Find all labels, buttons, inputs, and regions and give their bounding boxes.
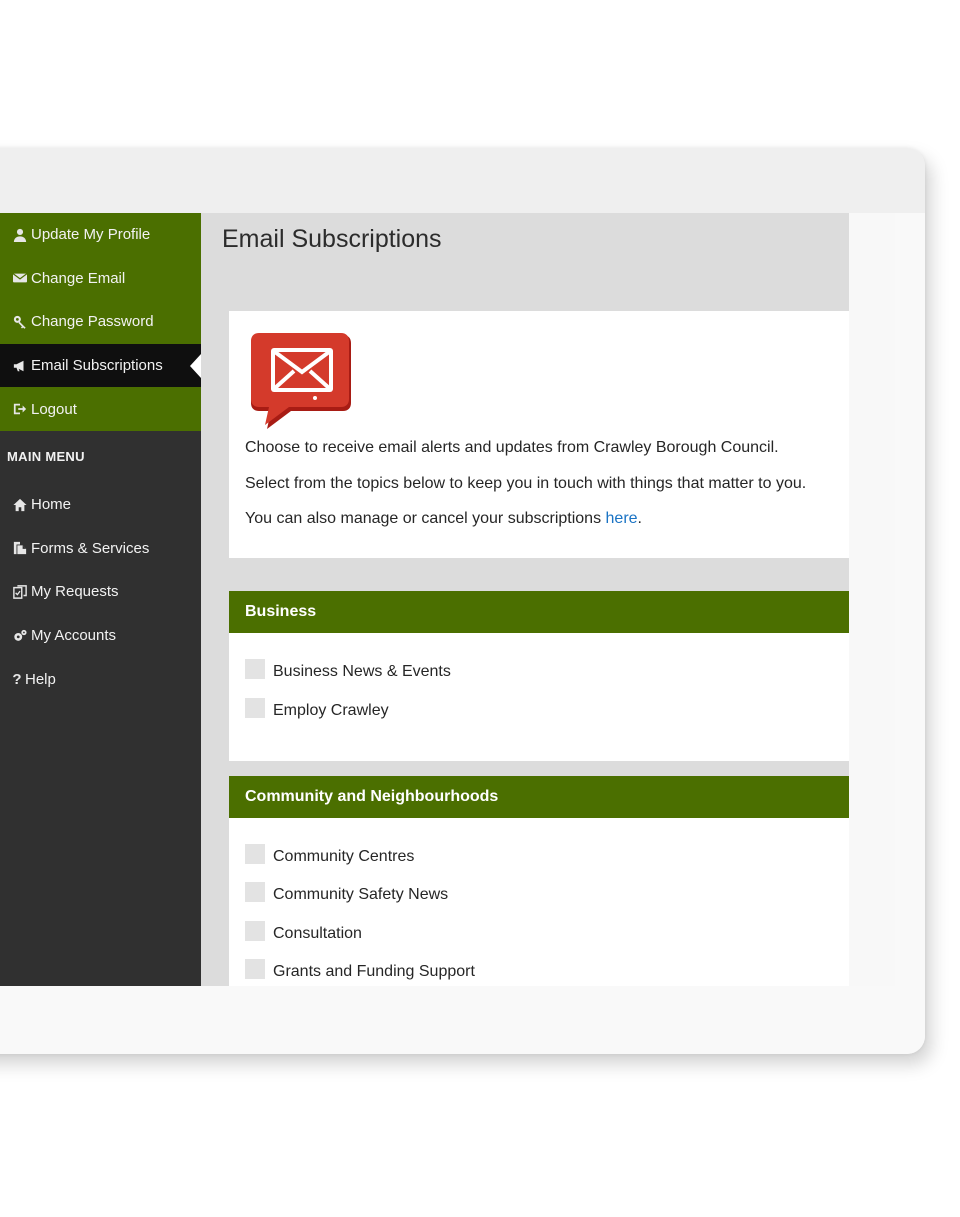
checkbox[interactable] — [245, 921, 265, 941]
checkbox[interactable] — [245, 698, 265, 718]
window-header-bar — [0, 148, 925, 213]
section-community-neighbourhoods: Community and Neighbourhoods Community C… — [229, 776, 849, 986]
gears-icon — [11, 629, 29, 643]
intro-panel: Choose to receive email alerts and updat… — [229, 311, 849, 558]
intro-line-3-text: You can also manage or cancel your subsc… — [245, 510, 606, 527]
sidebar-item-label: My Accounts — [31, 627, 117, 645]
clipboard-icon — [11, 585, 29, 599]
sidebar-item-label: Home — [31, 496, 72, 514]
sidebar-item-label: Change Password — [31, 313, 154, 331]
sidebar-item-label: Logout — [31, 400, 77, 418]
right-margin — [849, 213, 895, 986]
sidebar-item-my-requests[interactable]: My Requests — [0, 570, 201, 614]
sidebar-item-my-accounts[interactable]: My Accounts — [0, 614, 201, 658]
section-business: Business Business News & Events Employ C… — [229, 591, 849, 761]
email-speech-bubble-logo — [251, 333, 351, 429]
option-label: Employ Crawley — [273, 702, 389, 719]
option-community-safety-news[interactable]: Community Safety News — [245, 882, 449, 904]
sidebar-item-label: Update My Profile — [31, 226, 151, 244]
main-content: Email Subscriptions Choose to receive em… — [201, 213, 849, 986]
checkbox[interactable] — [245, 659, 265, 679]
window-footer — [0, 986, 925, 1054]
intro-line-3: You can also manage or cancel your subsc… — [245, 510, 642, 528]
documents-icon — [11, 541, 29, 555]
intro-line-1: Choose to receive email alerts and updat… — [245, 439, 779, 456]
intro-line-3-suffix: . — [637, 510, 642, 527]
sidebar-item-update-profile[interactable]: Update My Profile — [0, 213, 201, 257]
section-heading: Community and Neighbourhoods — [229, 776, 849, 818]
option-employ-crawley[interactable]: Employ Crawley — [245, 698, 389, 720]
browser-window: Update My Profile Change Email Change Pa… — [0, 148, 925, 1054]
option-label: Business News & Events — [273, 663, 451, 680]
checkbox[interactable] — [245, 882, 265, 902]
manage-subscriptions-link[interactable]: here — [606, 510, 638, 527]
option-grants-funding-support[interactable]: Grants and Funding Support — [245, 959, 475, 981]
sidebar-item-email-subscriptions[interactable]: Email Subscriptions — [0, 343, 201, 388]
sidebar-item-home[interactable]: Home — [0, 483, 201, 527]
sidebar-item-change-password[interactable]: Change Password — [0, 300, 201, 344]
option-label: Grants and Funding Support — [273, 963, 475, 980]
envelope-icon — [11, 271, 29, 285]
option-business-news-events[interactable]: Business News & Events — [245, 659, 451, 681]
page-title: Email Subscriptions — [222, 225, 442, 253]
sidebar-item-label: Email Subscriptions — [31, 357, 163, 375]
megaphone-icon — [11, 359, 29, 373]
option-consultation[interactable]: Consultation — [245, 921, 362, 943]
checkbox[interactable] — [245, 844, 265, 864]
question-icon: ? — [12, 670, 22, 688]
user-icon — [11, 228, 29, 242]
main-menu-heading: MAIN MENU — [7, 449, 85, 465]
intro-line-2: Select from the topics below to keep you… — [245, 475, 807, 492]
option-community-centres[interactable]: Community Centres — [245, 844, 415, 866]
sidebar-item-label: Forms & Services — [31, 539, 150, 557]
sidebar: Update My Profile Change Email Change Pa… — [0, 213, 201, 986]
sidebar-item-label: My Requests — [31, 583, 119, 601]
home-icon — [11, 498, 29, 512]
option-label: Consultation — [273, 925, 362, 942]
sidebar-item-logout[interactable]: Logout — [0, 387, 201, 431]
sidebar-item-change-email[interactable]: Change Email — [0, 256, 201, 301]
option-label: Community Centres — [273, 848, 415, 865]
checkbox[interactable] — [245, 959, 265, 979]
logout-icon — [11, 402, 29, 416]
sidebar-item-forms-services[interactable]: Forms & Services — [0, 527, 201, 571]
section-heading: Business — [229, 591, 849, 633]
key-icon — [11, 315, 29, 329]
sidebar-item-help[interactable]: ? Help — [0, 657, 201, 701]
sidebar-item-label: Help — [25, 670, 56, 688]
sidebar-item-label: Change Email — [31, 269, 126, 287]
option-label: Community Safety News — [273, 886, 449, 903]
